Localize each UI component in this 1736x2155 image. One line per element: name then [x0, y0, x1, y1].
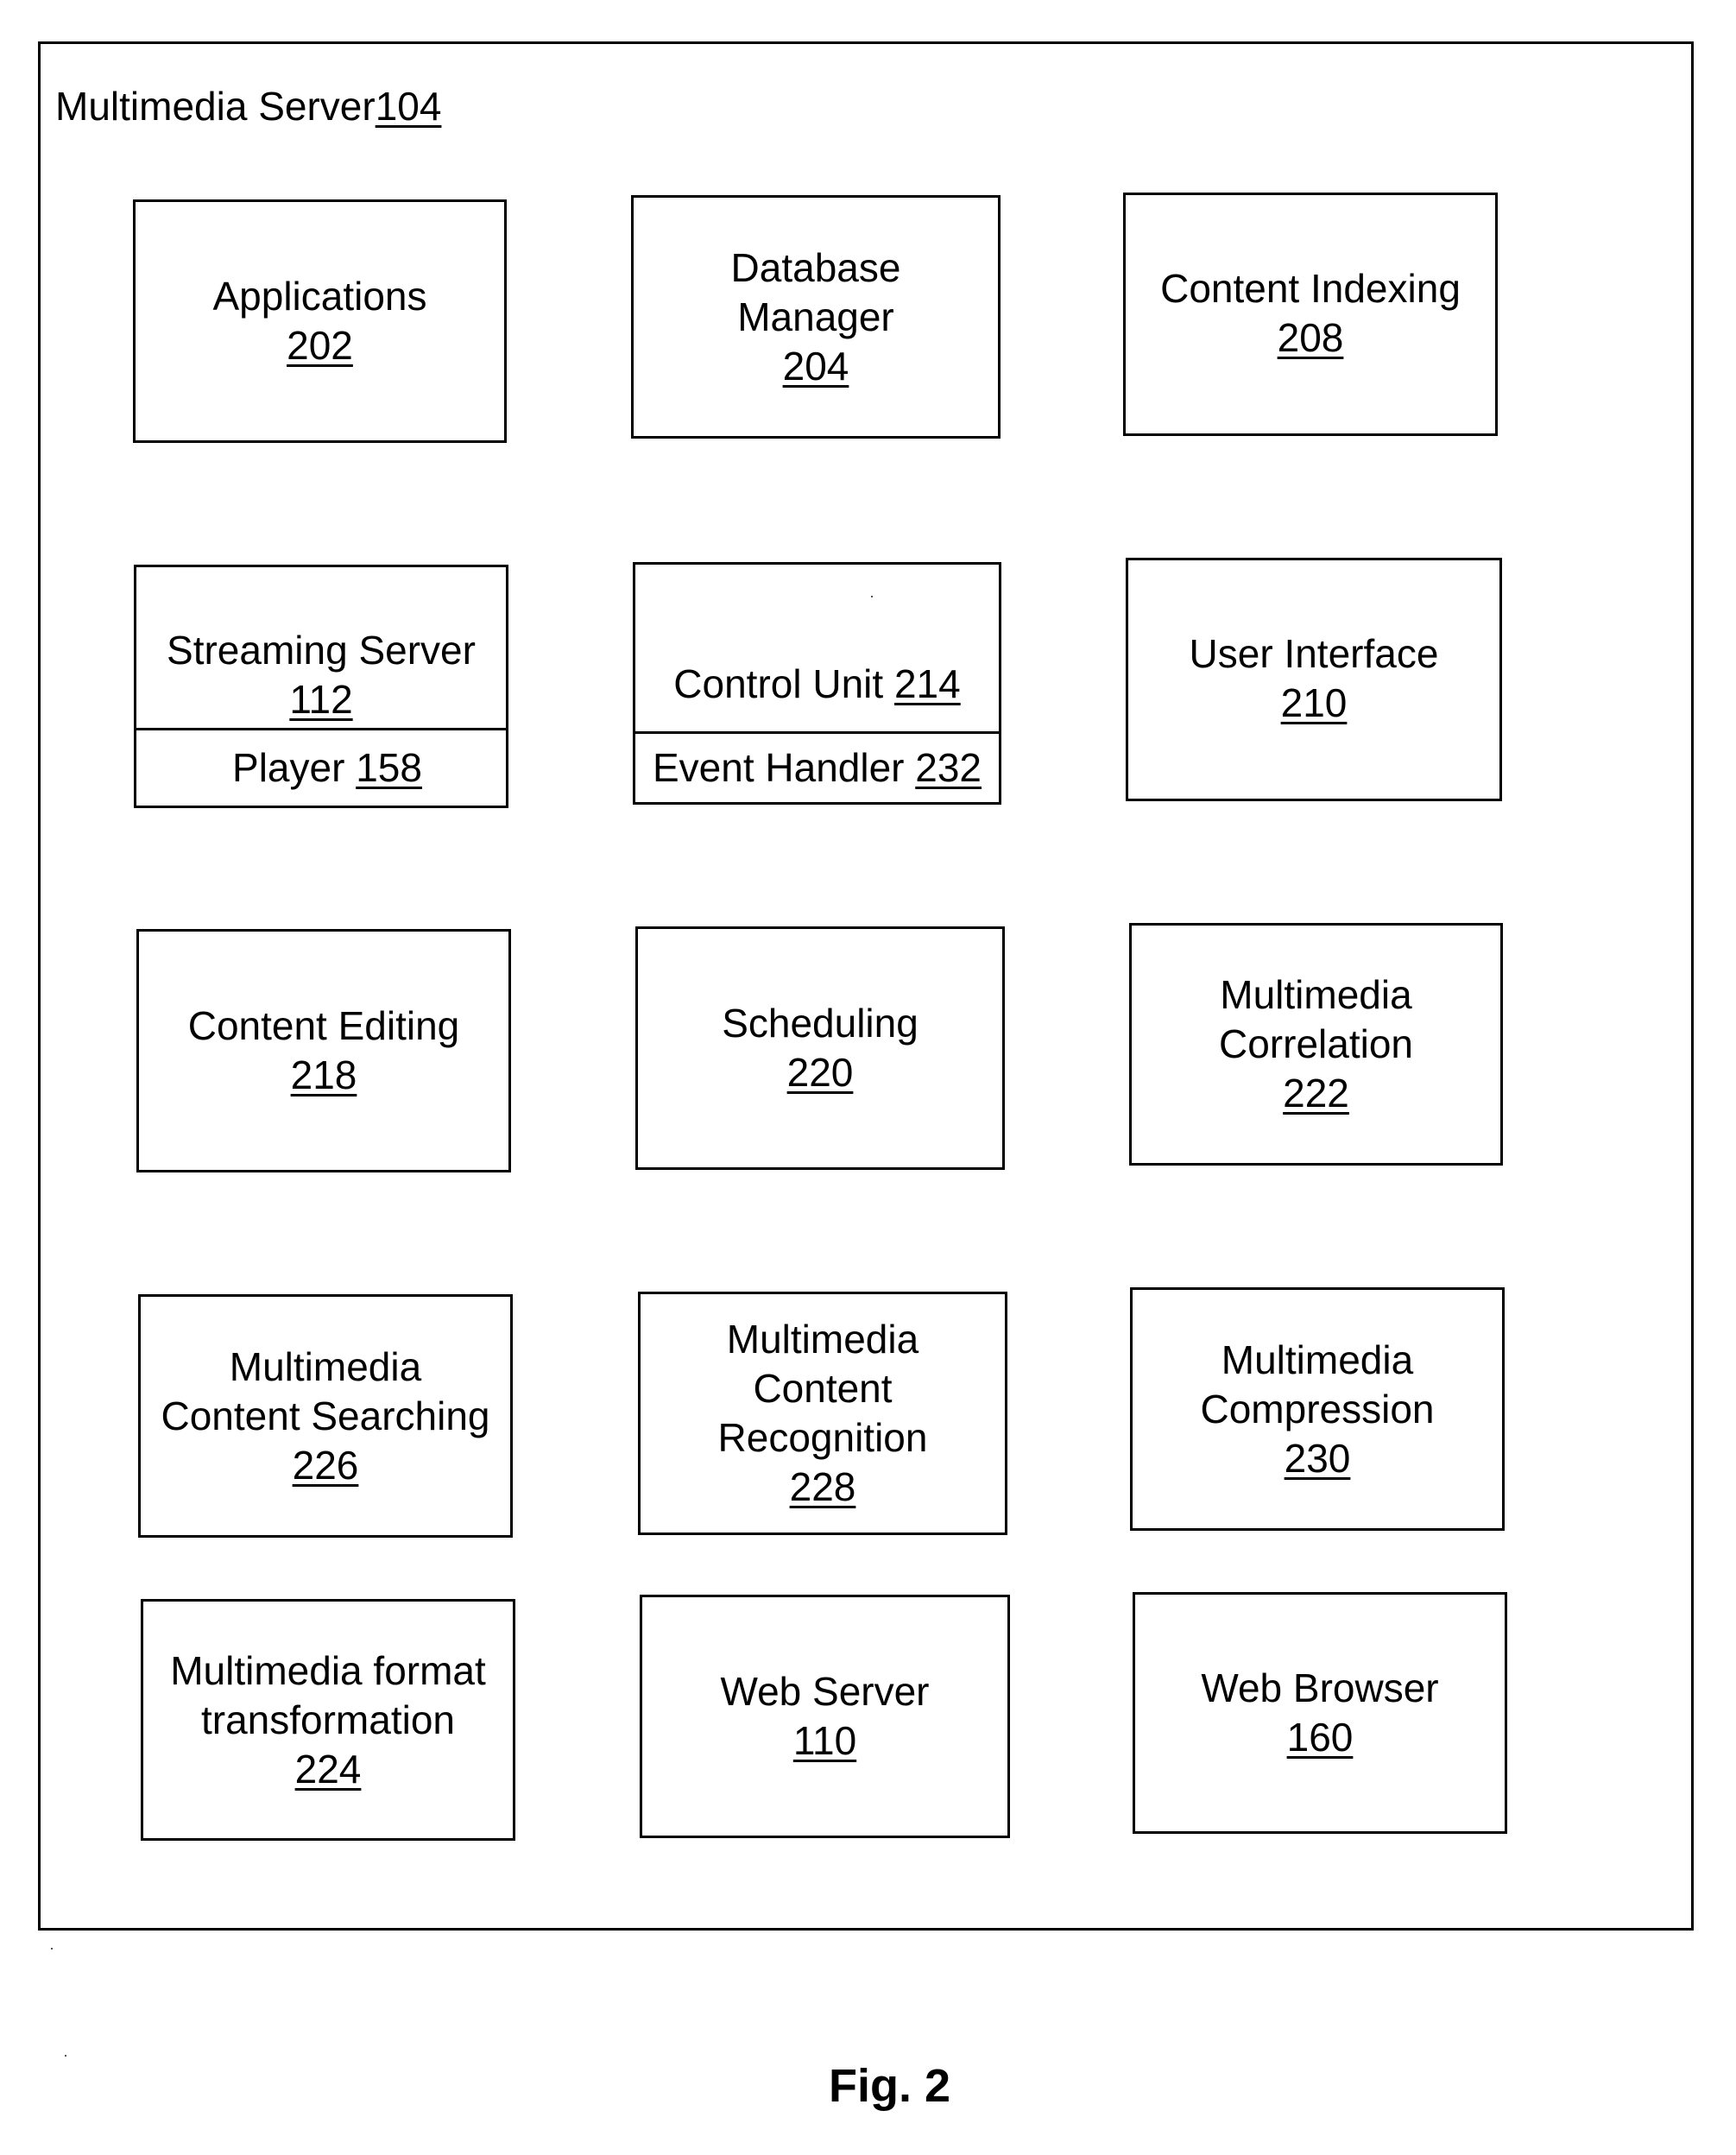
- figure-caption: Fig. 2: [829, 2060, 951, 2112]
- scheduling-ref: 220: [786, 1050, 854, 1095]
- web-server-box: Web Server 110: [640, 1595, 1010, 1838]
- multimedia-correlation-label-1: Multimedia: [1220, 972, 1412, 1017]
- content-editing-ref: 218: [290, 1052, 357, 1097]
- database-manager-label-1: Database: [730, 244, 901, 290]
- streaming-server-ref: 112: [289, 677, 353, 723]
- compression-label-1: Multimedia: [1221, 1337, 1414, 1382]
- content-recognition-label-3: Recognition: [717, 1415, 928, 1460]
- compression-ref: 230: [1284, 1435, 1351, 1481]
- streaming-server-box: Streaming Server 112 Player 158: [134, 565, 508, 808]
- compression-label-2: Compression: [1200, 1386, 1435, 1431]
- event-handler-box: Event Handler 232: [635, 730, 999, 802]
- applications-box: Applications 202: [133, 199, 507, 443]
- web-browser-box: Web Browser 160: [1133, 1592, 1507, 1834]
- applications-ref: 202: [287, 323, 353, 368]
- compression-box: Multimedia Compression 230: [1130, 1287, 1505, 1531]
- web-server-ref: 110: [792, 1718, 857, 1763]
- scan-speck: [871, 596, 873, 597]
- multimedia-correlation-ref: 222: [1283, 1071, 1349, 1115]
- control-unit-ref: 214: [893, 660, 961, 706]
- web-server-label: Web Server: [720, 1669, 930, 1714]
- content-editing-box: Content Editing 218: [136, 929, 511, 1172]
- content-indexing-label: Content Indexing: [1160, 266, 1461, 311]
- multimedia-correlation-box: Multimedia Correlation 222: [1129, 923, 1503, 1166]
- database-manager-ref: 204: [782, 343, 849, 389]
- content-indexing-ref: 208: [1277, 315, 1344, 360]
- scheduling-box: Scheduling 220: [635, 926, 1005, 1170]
- content-searching-box: Multimedia Content Searching 226: [138, 1294, 513, 1538]
- content-recognition-box: Multimedia Content Recognition 228: [638, 1292, 1007, 1535]
- scan-speck: [65, 2055, 66, 2057]
- content-indexing-box: Content Indexing 208: [1123, 193, 1498, 436]
- user-interface-label: User Interface: [1189, 631, 1439, 676]
- database-manager-label-2: Manager: [737, 294, 894, 339]
- web-browser-ref: 160: [1286, 1715, 1354, 1760]
- format-transformation-label-2: transformation: [200, 1697, 455, 1742]
- event-handler-ref: 232: [915, 744, 982, 790]
- event-handler-label: Event Handler: [652, 744, 905, 790]
- scan-speck: [51, 1948, 53, 1950]
- container-title: Multimedia Server104: [55, 86, 441, 126]
- user-interface-box: User Interface 210: [1126, 558, 1502, 801]
- control-unit-label: Control Unit: [673, 660, 884, 706]
- content-searching-label-2: Content Searching: [161, 1393, 490, 1438]
- player-box: Player 158: [136, 728, 506, 806]
- streaming-server-label: Streaming Server: [167, 628, 476, 673]
- content-recognition-ref: 228: [789, 1464, 856, 1509]
- database-manager-box: Database Manager 204: [631, 195, 1001, 439]
- content-searching-ref: 226: [292, 1442, 359, 1488]
- control-unit-box: Control Unit 214 Event Handler 232: [633, 562, 1001, 805]
- format-transformation-box: Multimedia format transformation 224: [141, 1599, 515, 1841]
- content-searching-label-1: Multimedia: [229, 1343, 422, 1389]
- content-recognition-label-2: Content: [753, 1366, 893, 1411]
- multimedia-correlation-label-2: Correlation: [1219, 1021, 1413, 1066]
- format-transformation-ref: 224: [294, 1746, 362, 1792]
- content-recognition-label-1: Multimedia: [726, 1317, 919, 1362]
- applications-label: Applications: [212, 274, 427, 319]
- scheduling-label: Scheduling: [722, 1001, 919, 1046]
- container-label: Multimedia Server: [55, 84, 376, 129]
- format-transformation-label-1: Multimedia format: [170, 1647, 486, 1693]
- web-browser-label: Web Browser: [1201, 1665, 1439, 1710]
- content-editing-label: Content Editing: [187, 1003, 460, 1048]
- user-interface-ref: 210: [1280, 680, 1348, 725]
- container-ref: 104: [375, 84, 442, 129]
- player-label: Player: [232, 745, 345, 791]
- player-ref: 158: [356, 745, 422, 791]
